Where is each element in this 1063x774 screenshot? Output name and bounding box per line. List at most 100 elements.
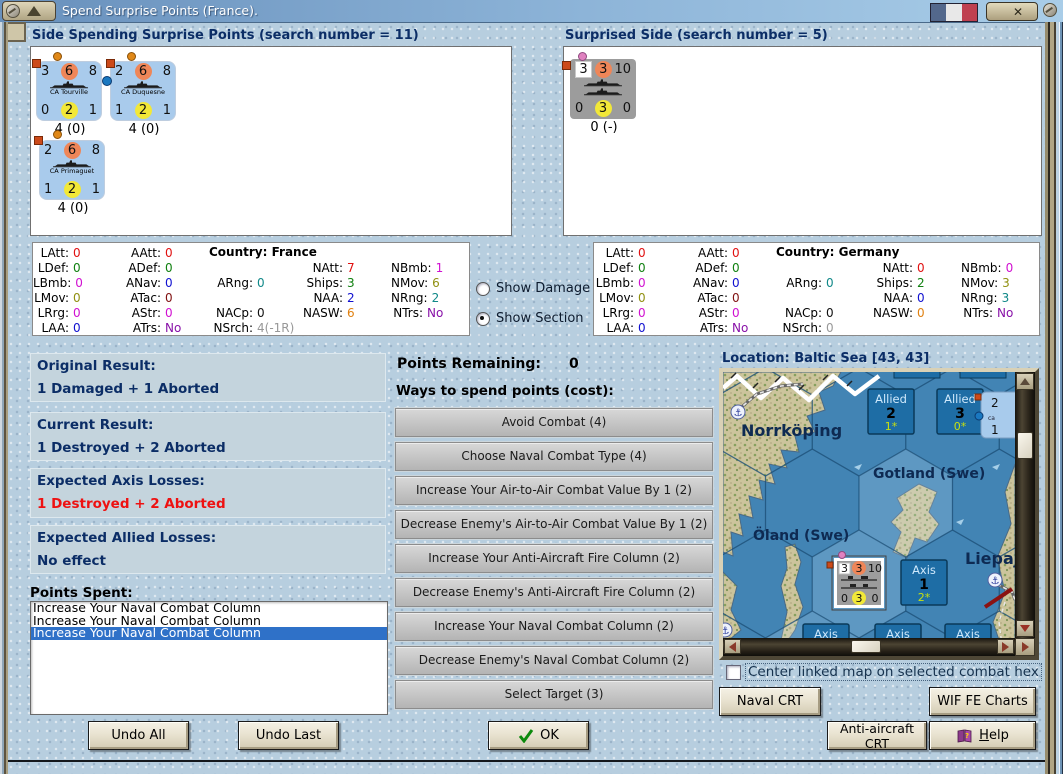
- unit-counter[interactable]: 33100300 (-): [571, 60, 637, 135]
- map-selected-counter[interactable]: 3310030: [827, 552, 886, 611]
- spend-button-decrease-enemy-s-naval-combat-column-2[interactable]: Decrease Enemy's Naval Combat Column (2): [395, 646, 713, 675]
- help-button[interactable]: ? Help: [929, 721, 1036, 750]
- stat-natt: NAtt:0: [870, 260, 961, 275]
- wif-fe-charts-button[interactable]: WIF FE Charts: [929, 687, 1036, 716]
- scroll-left-button[interactable]: [724, 639, 741, 654]
- stat-ldef: LDef:0: [33, 260, 117, 275]
- orange-dot-marker-icon: [127, 52, 136, 61]
- counter-value: 10: [614, 62, 631, 77]
- surprised-units-panel: 33100300 (-): [563, 46, 1042, 236]
- stat-key: NASW:: [870, 306, 913, 320]
- radio-button-icon[interactable]: [476, 312, 490, 326]
- map-horizontal-scrollbar[interactable]: [723, 638, 1015, 656]
- points-spent-list[interactable]: Increase Your Naval Combat ColumnIncreas…: [30, 601, 388, 715]
- spend-surprise-points-dialog: { "window": {"title": "Spend Surprise Po…: [0, 0, 1063, 774]
- stat-key: NAA:: [870, 291, 913, 305]
- ok-button[interactable]: OK: [488, 721, 589, 750]
- linked-map-view[interactable]: ⚓ ⚓ ⚓ NorrköpingGotland (Swe)Öland (Swe)…: [723, 372, 1015, 638]
- vertical-scroll-thumb[interactable]: [1017, 432, 1033, 459]
- stat-ldef: LDef:0: [594, 260, 682, 275]
- stat-value: 0: [257, 276, 301, 290]
- stat-key: Ships:: [301, 276, 343, 290]
- counter-attack-circle: 6: [135, 63, 152, 80]
- stat-nrng: NRng:3: [961, 290, 1041, 305]
- spend-button-choose-naval-combat-type-4[interactable]: Choose Naval Combat Type (4): [395, 442, 713, 471]
- stack-box-partial[interactable]: [894, 372, 940, 378]
- svg-text:Allied: Allied: [944, 392, 976, 406]
- stat-nrng: NRng:2: [391, 290, 471, 305]
- down-arrow-icon: [1020, 625, 1030, 632]
- france-stats-panel: LAtt:0AAtt:0Country: FranceLDef:0ADef:0N…: [32, 242, 470, 336]
- close-button[interactable]: ✕: [986, 2, 1038, 21]
- stat-arng: ARng:0: [776, 275, 870, 290]
- svg-text:0: 0: [841, 592, 848, 605]
- ship-name: CA Duquesne: [111, 89, 175, 95]
- stat-key: LAA:: [594, 321, 634, 335]
- unit-counter-ca-primaguet[interactable]: 268CA Primaguet1214 (0): [40, 141, 106, 216]
- center-map-checkbox-row[interactable]: Center linked map on selected combat hex: [726, 664, 1041, 680]
- stack-box-axis-3[interactable]: Axis3: [875, 624, 921, 638]
- counter-strength-label: 0 (-): [571, 120, 637, 135]
- counter-strength-label: 4 (0): [111, 122, 177, 137]
- anti-aircraft-crt-button[interactable]: Anti-aircraft CRT: [827, 721, 927, 750]
- title-bar[interactable]: Spend Surprise Points (France). ✕: [0, 0, 1063, 23]
- stat-value: 3: [1002, 291, 1041, 305]
- anchor-icon: ⚓: [988, 573, 1002, 587]
- stack-box-allied-2[interactable]: Allied21*: [868, 389, 914, 434]
- stat-value: 0: [73, 291, 117, 305]
- map-edge-counter[interactable]: 21ca: [975, 392, 1015, 438]
- svg-text:Axis: Axis: [886, 627, 910, 638]
- horizontal-scroll-thumb[interactable]: [851, 640, 881, 653]
- spend-button-increase-your-air-to-air-combat-value-by-1-2[interactable]: Increase Your Air-to-Air Combat Value By…: [395, 476, 713, 505]
- stack-box-partial[interactable]: [960, 372, 1006, 378]
- center-map-checkbox[interactable]: [726, 665, 741, 680]
- stat-naa: NAA:2: [301, 290, 391, 305]
- place-label-norrköping: Norrköping: [741, 421, 842, 440]
- stat-value: 0: [638, 261, 682, 275]
- radio-show-section[interactable]: Show Section: [476, 311, 584, 326]
- stack-box-axis-1[interactable]: Axis12*: [901, 560, 947, 605]
- stat-value: 0: [638, 321, 682, 335]
- undo-last-button[interactable]: Undo Last: [238, 721, 339, 750]
- stat-nmov: NMov:6: [391, 275, 471, 290]
- map-vertical-scrollbar[interactable]: [1015, 372, 1035, 638]
- spend-button-avoid-combat-4[interactable]: Avoid Combat (4): [395, 408, 713, 437]
- system-menu-button[interactable]: [2, 1, 56, 21]
- anchor-icon: ⚓: [731, 405, 745, 419]
- naval-crt-button[interactable]: Naval CRT: [719, 687, 821, 716]
- stat-laa: LAA:0: [33, 320, 117, 335]
- spend-button-select-target-3[interactable]: Select Target (3): [395, 680, 713, 709]
- points-spent-item[interactable]: Increase Your Naval Combat Column: [31, 627, 387, 640]
- stat-value: 0: [826, 276, 870, 290]
- unit-counter-ca-tourville[interactable]: 368CA Tourville0214 (0): [37, 62, 103, 137]
- stat-key: NSrch:: [209, 321, 253, 335]
- stat-value: 0: [165, 291, 209, 305]
- spend-button-decrease-enemy-s-anti-aircraft-fire-column-2[interactable]: Decrease Enemy's Anti-Aircraft Fire Colu…: [395, 578, 713, 607]
- stack-box-axis-2[interactable]: Axis2: [803, 624, 849, 638]
- undo-all-button[interactable]: Undo All: [88, 721, 189, 750]
- spend-button-decrease-enemy-s-air-to-air-combat-value-by-1-2[interactable]: Decrease Enemy's Air-to-Air Combat Value…: [395, 510, 713, 539]
- ok-button-label: OK: [540, 728, 559, 743]
- spend-button-increase-your-anti-aircraft-fire-column-2[interactable]: Increase Your Anti-Aircraft Fire Column …: [395, 544, 713, 573]
- square-marker-icon: [32, 59, 41, 68]
- unit-counter-ca-duquesne[interactable]: 268CA Duquesne1214 (0): [111, 62, 177, 137]
- scroll-down-button[interactable]: [1016, 620, 1034, 637]
- stat-key: NAtt:: [301, 261, 343, 275]
- stat-lrrg: LRrg:0: [33, 305, 117, 320]
- spend-button-increase-your-naval-combat-column-2[interactable]: Increase Your Naval Combat Column (2): [395, 612, 713, 641]
- france-flag-icon: [930, 3, 978, 22]
- radio-show-damage[interactable]: Show Damage: [476, 281, 590, 296]
- counter-face: 268CA Primaguet121: [40, 141, 104, 199]
- counter-defense-circle: 3: [595, 100, 612, 117]
- stat-value: No: [997, 306, 1041, 320]
- stat-ships: Ships:3: [301, 275, 391, 290]
- stat-key: LBmb:: [33, 276, 71, 290]
- stat-value: 6: [347, 306, 391, 320]
- stack-box-axis-4[interactable]: Axis4: [945, 624, 991, 638]
- radio-button-icon[interactable]: [476, 282, 490, 296]
- stat-aatt: AAtt:0: [117, 245, 209, 260]
- scroll-up-button[interactable]: [1016, 373, 1034, 390]
- expected-axis-losses-value: 1 Destroyed + 2 Aborted: [37, 496, 379, 512]
- svg-text:?: ?: [965, 732, 969, 740]
- scroll-right-button[interactable]: [997, 639, 1014, 654]
